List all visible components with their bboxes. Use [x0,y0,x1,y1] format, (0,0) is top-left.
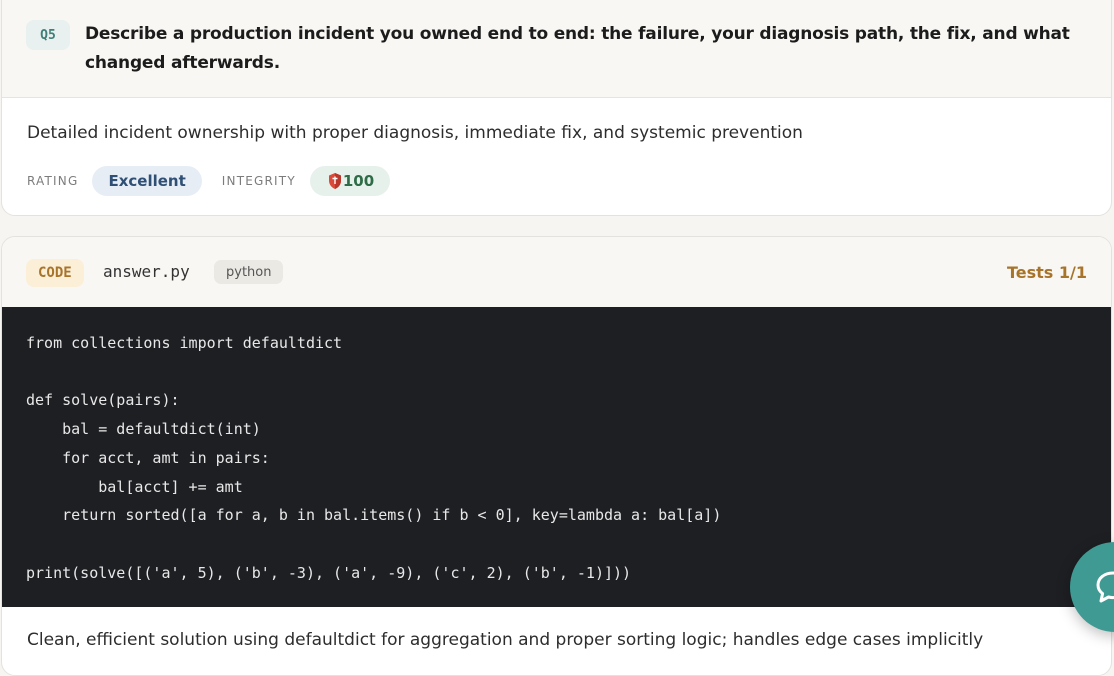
chat-icon [1096,571,1114,603]
code-feedback: Clean, efficient solution using defaultd… [27,630,984,650]
answer-summary: Detailed incident ownership with proper … [27,123,803,143]
rating-label: RATING [27,174,79,188]
integrity-score: 100 [342,172,375,190]
question-number-badge: Q5 [26,20,70,50]
code-card: CODE answer.py python Tests 1/1 from col… [1,236,1112,676]
question-card: Q5 Describe a production incident you ow… [1,0,1112,216]
evaluation-row: RATING Excellent INTEGRITY 100 [27,166,391,196]
code-filename: answer.py [103,262,190,281]
tests-status: Tests 1/1 [1006,263,1087,282]
language-badge: python [214,260,284,284]
question-header: Q5 Describe a production incident you ow… [2,0,1111,98]
rating-badge: Excellent [92,166,202,196]
shield-icon [328,173,341,189]
integrity-label: INTEGRITY [221,174,296,188]
integrity-badge: 100 [309,166,391,196]
question-title: Describe a production incident you owned… [85,24,1070,73]
code-block[interactable]: from collections import defaultdict def … [2,307,1111,607]
code-tag: CODE [26,259,84,287]
code-header: CODE answer.py python Tests 1/1 [2,237,1111,308]
